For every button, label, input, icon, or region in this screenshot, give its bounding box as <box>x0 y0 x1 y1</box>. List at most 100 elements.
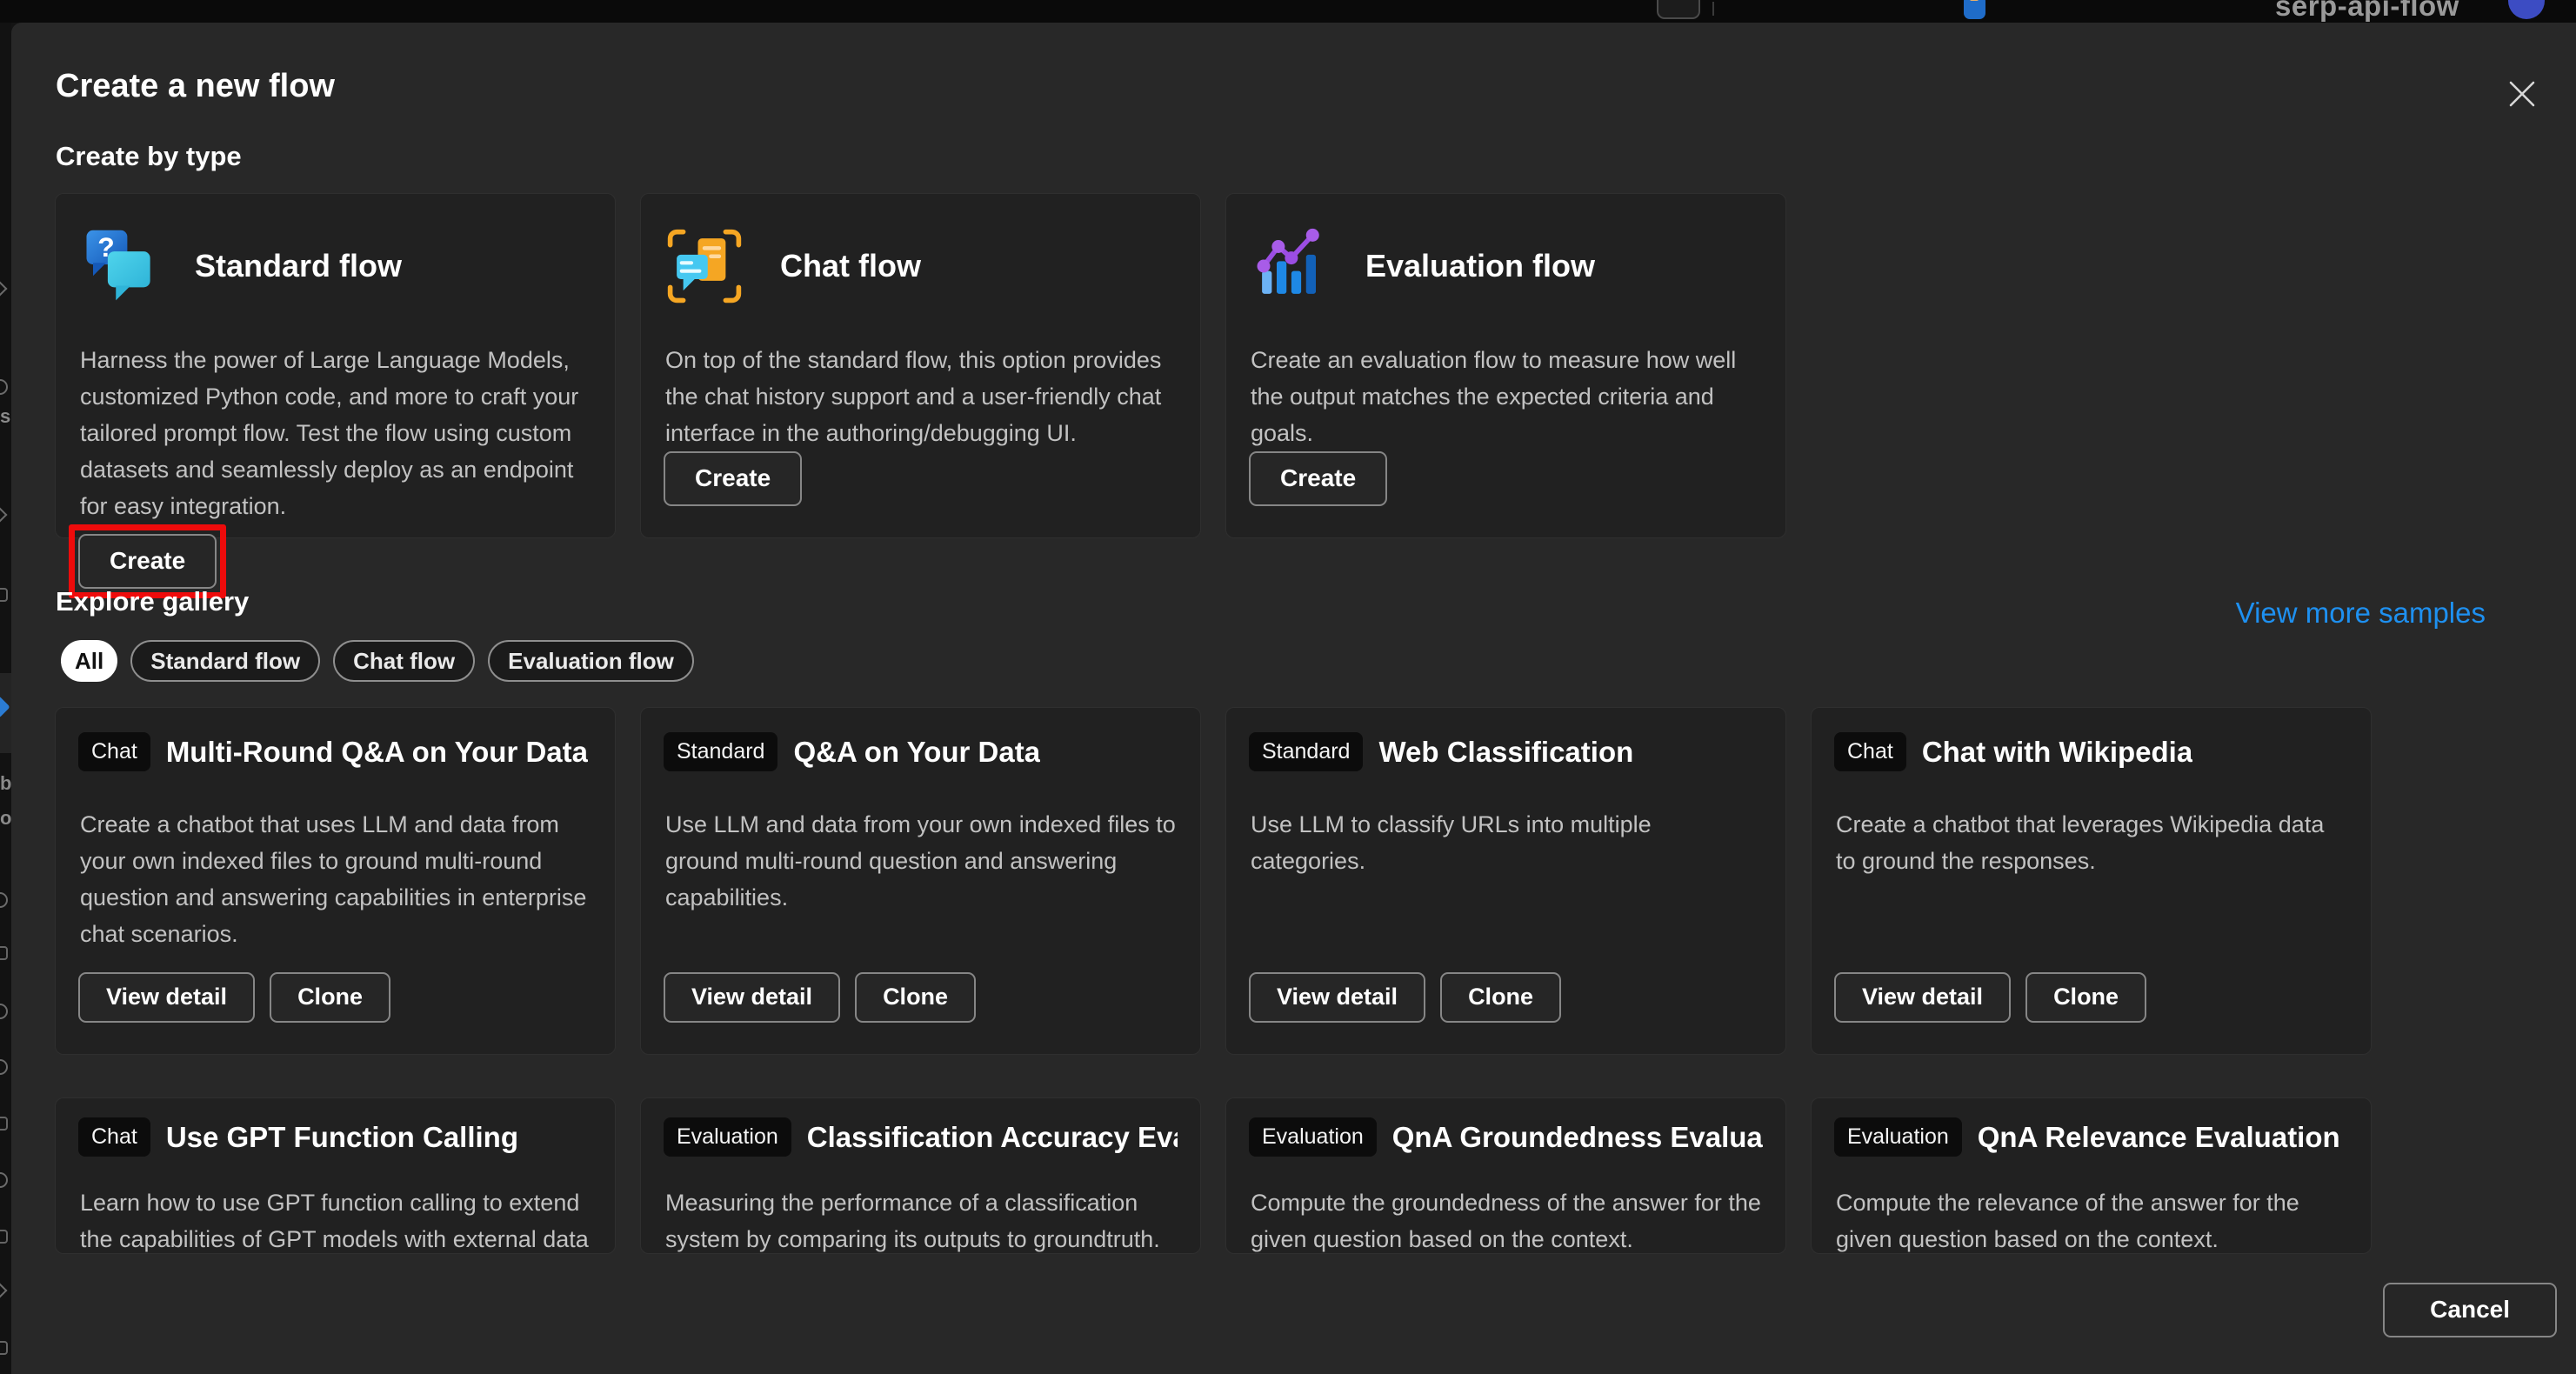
clone-button[interactable]: Clone <box>855 972 976 1023</box>
sidebar-partial-icon: o <box>0 807 10 830</box>
modal-close-button[interactable] <box>2499 71 2545 117</box>
gallery-card-description: Create a chatbot that uses LLM and data … <box>80 806 591 952</box>
gallery-card-header: Evaluation Classification Accuracy Evalu… <box>664 1117 1178 1157</box>
gallery-card-title: Chat with Wikipedia <box>1922 736 2192 769</box>
clone-button[interactable]: Clone <box>2025 972 2146 1023</box>
create-standard-flow-button[interactable]: Create <box>78 534 217 589</box>
view-detail-button[interactable]: View detail <box>664 972 840 1023</box>
flow-name-label: serp-api-flow <box>2275 0 2459 23</box>
gallery-card-header: Chat Chat with Wikipedia <box>1834 732 2348 771</box>
create-button-wrap: Create <box>664 451 802 506</box>
background-sidebar-strip: s b o <box>0 23 11 1374</box>
gallery-card-chat-with-wikipedia: Chat Chat with Wikipedia Create a chatbo… <box>1811 707 2372 1055</box>
view-more-samples-link[interactable]: View more samples <box>2236 597 2486 630</box>
gallery-row-1: Chat Multi-Round Q&A on Your Data Create… <box>55 707 2372 1055</box>
create-evaluation-flow-button[interactable]: Create <box>1249 451 1387 506</box>
evaluation-flow-icon <box>1251 227 1329 305</box>
view-detail-button[interactable]: View detail <box>1249 972 1425 1023</box>
gallery-card-title: Classification Accuracy Evalu... <box>807 1121 1178 1154</box>
gallery-card-web-classification: Standard Web Classification Use LLM to c… <box>1225 707 1786 1055</box>
sidebar-partial-icon <box>0 1284 7 1298</box>
user-avatar[interactable] <box>2508 0 2545 19</box>
topbar-partial-button[interactable] <box>1657 0 1700 19</box>
type-card-row: ? Standard flow Harness the power of Lar… <box>55 193 1786 538</box>
sidebar-partial-icon <box>0 1004 8 1019</box>
topbar-notification-icon[interactable] <box>1964 0 1985 19</box>
gallery-card-description: Compute the groundedness of the answer f… <box>1251 1184 1761 1254</box>
flow-type-badge: Evaluation <box>1249 1117 1377 1157</box>
create-by-type-heading: Create by type <box>56 141 242 172</box>
sidebar-partial-icon <box>0 1172 8 1188</box>
gallery-card-title: Use GPT Function Calling <box>166 1121 518 1154</box>
flow-type-badge: Chat <box>1834 732 1906 771</box>
gallery-card-title: QnA Relevance Evaluation <box>1978 1121 2340 1154</box>
gallery-card-header: Evaluation QnA Groundedness Evaluation <box>1249 1117 1763 1157</box>
gallery-card-description: Learn how to use GPT function calling to… <box>80 1184 591 1254</box>
clone-button[interactable]: Clone <box>1440 972 1561 1023</box>
screen: serp-api-flow s b o Create a new flow <box>0 0 2576 1374</box>
type-card-header: Chat flow <box>665 227 1178 305</box>
create-chat-flow-button[interactable]: Create <box>664 451 802 506</box>
sidebar-partial-icon <box>0 508 7 523</box>
clone-button[interactable]: Clone <box>270 972 390 1023</box>
topbar-divider <box>1712 2 1714 16</box>
gallery-card-header: Standard Q&A on Your Data <box>664 732 1178 771</box>
gallery-card-title: QnA Groundedness Evaluation <box>1392 1121 1763 1154</box>
close-icon <box>2507 79 2537 109</box>
sidebar-partial-icon <box>0 1117 8 1131</box>
gallery-card-actions: View detail Clone <box>1249 972 1763 1023</box>
sidebar-partial-icon: s <box>0 405 9 428</box>
gallery-card-qna-relevance: Evaluation QnA Relevance Evaluation Comp… <box>1811 1097 2372 1254</box>
sidebar-partial-icon <box>0 588 8 602</box>
sidebar-partial-icon <box>0 282 7 297</box>
gallery-card-title: Multi-Round Q&A on Your Data <box>166 736 588 769</box>
flow-type-badge: Evaluation <box>1834 1117 1962 1157</box>
view-detail-button[interactable]: View detail <box>78 972 255 1023</box>
view-detail-button[interactable]: View detail <box>1834 972 2011 1023</box>
gallery-card-header: Standard Web Classification <box>1249 732 1763 771</box>
gallery-card-qna-groundedness: Evaluation QnA Groundedness Evaluation C… <box>1225 1097 1786 1254</box>
filter-pill-all[interactable]: All <box>61 640 117 682</box>
type-card-title: Evaluation flow <box>1365 248 1595 284</box>
gallery-card-header: Chat Multi-Round Q&A on Your Data <box>78 732 592 771</box>
gallery-card-description: Create a chatbot that leverages Wikipedi… <box>1836 806 2346 879</box>
create-button-wrap: Create <box>1249 451 1387 506</box>
gallery-card-actions: View detail Clone <box>78 972 592 1023</box>
flow-type-badge: Standard <box>664 732 777 771</box>
explore-gallery-heading: Explore gallery <box>56 586 249 617</box>
type-card-standard-flow: ? Standard flow Harness the power of Lar… <box>55 193 616 538</box>
gallery-card-description: Measuring the performance of a classific… <box>665 1184 1176 1254</box>
sidebar-partial-icon <box>0 1341 8 1355</box>
modal-title: Create a new flow <box>56 68 335 105</box>
flow-type-badge: Evaluation <box>664 1117 791 1157</box>
create-flow-modal: Create a new flow Create by type <box>11 23 2576 1374</box>
gallery-card-description: Compute the relevance of the answer for … <box>1836 1184 2346 1254</box>
filter-pill-standard-flow[interactable]: Standard flow <box>130 640 320 682</box>
type-card-header: Evaluation flow <box>1251 227 1763 305</box>
cancel-button[interactable]: Cancel <box>2383 1283 2557 1337</box>
gallery-card-classification-accuracy: Evaluation Classification Accuracy Evalu… <box>640 1097 1201 1254</box>
gallery-row-2: Chat Use GPT Function Calling Learn how … <box>55 1097 2372 1254</box>
sidebar-partial-icon <box>0 892 8 908</box>
flow-type-badge: Standard <box>1249 732 1363 771</box>
gallery-card-multi-round-qa: Chat Multi-Round Q&A on Your Data Create… <box>55 707 616 1055</box>
sidebar-partial-icon: b <box>0 772 10 795</box>
type-card-header: ? Standard flow <box>80 227 592 305</box>
sidebar-partial-icon <box>0 1230 8 1244</box>
gallery-card-actions: View detail Clone <box>1834 972 2348 1023</box>
gallery-card-qa-on-your-data: Standard Q&A on Your Data Use LLM and da… <box>640 707 1201 1055</box>
gallery-card-title: Web Classification <box>1378 736 1633 769</box>
type-card-evaluation-flow: Evaluation flow Create an evaluation flo… <box>1225 193 1786 538</box>
standard-flow-icon: ? <box>80 227 158 305</box>
type-card-chat-flow: Chat flow On top of the standard flow, t… <box>640 193 1201 538</box>
flow-type-badge: Chat <box>78 732 150 771</box>
type-card-title: Chat flow <box>780 248 921 284</box>
gallery-card-description: Use LLM and data from your own indexed f… <box>665 806 1176 916</box>
sidebar-partial-icon <box>0 379 8 395</box>
chat-flow-icon <box>665 227 744 305</box>
gallery-card-description: Use LLM to classify URLs into multiple c… <box>1251 806 1761 879</box>
gallery-card-header: Chat Use GPT Function Calling <box>78 1117 592 1157</box>
filter-pill-evaluation-flow[interactable]: Evaluation flow <box>488 640 694 682</box>
gallery-card-header: Evaluation QnA Relevance Evaluation <box>1834 1117 2348 1157</box>
filter-pill-chat-flow[interactable]: Chat flow <box>333 640 475 682</box>
